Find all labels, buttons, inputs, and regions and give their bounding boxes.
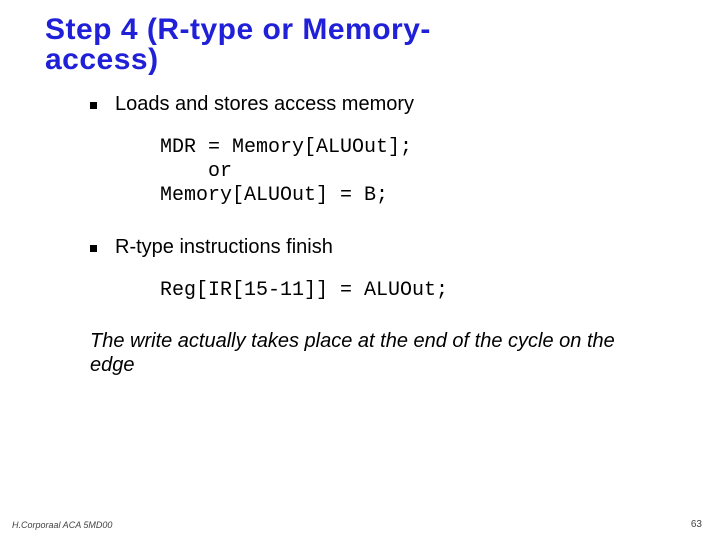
bullet-item: R-type instructions finish — [0, 236, 720, 259]
page-number: 63 — [691, 519, 702, 530]
title-line-1: Step 4 (R-type or Memory- — [45, 13, 431, 46]
title-line-2: access) — [45, 43, 159, 76]
square-bullet-icon — [90, 102, 97, 109]
slide-title: Step 4 (R-type or Memory- access) — [0, 0, 720, 75]
footer-author: H.Corporaal ACA 5MD00 — [12, 520, 112, 530]
slide-note: The write actually takes place at the en… — [0, 329, 720, 377]
code-block-2: Reg[IR[15-11]] = ALUOut; — [0, 279, 720, 303]
code-block-1: MDR = Memory[ALUOut]; or Memory[ALUOut] … — [0, 136, 720, 208]
slide-content: Loads and stores access memory MDR = Mem… — [0, 75, 720, 377]
bullet-item: Loads and stores access memory — [0, 93, 720, 116]
bullet-text: Loads and stores access memory — [115, 93, 414, 116]
square-bullet-icon — [90, 245, 97, 252]
bullet-text: R-type instructions finish — [115, 236, 333, 259]
